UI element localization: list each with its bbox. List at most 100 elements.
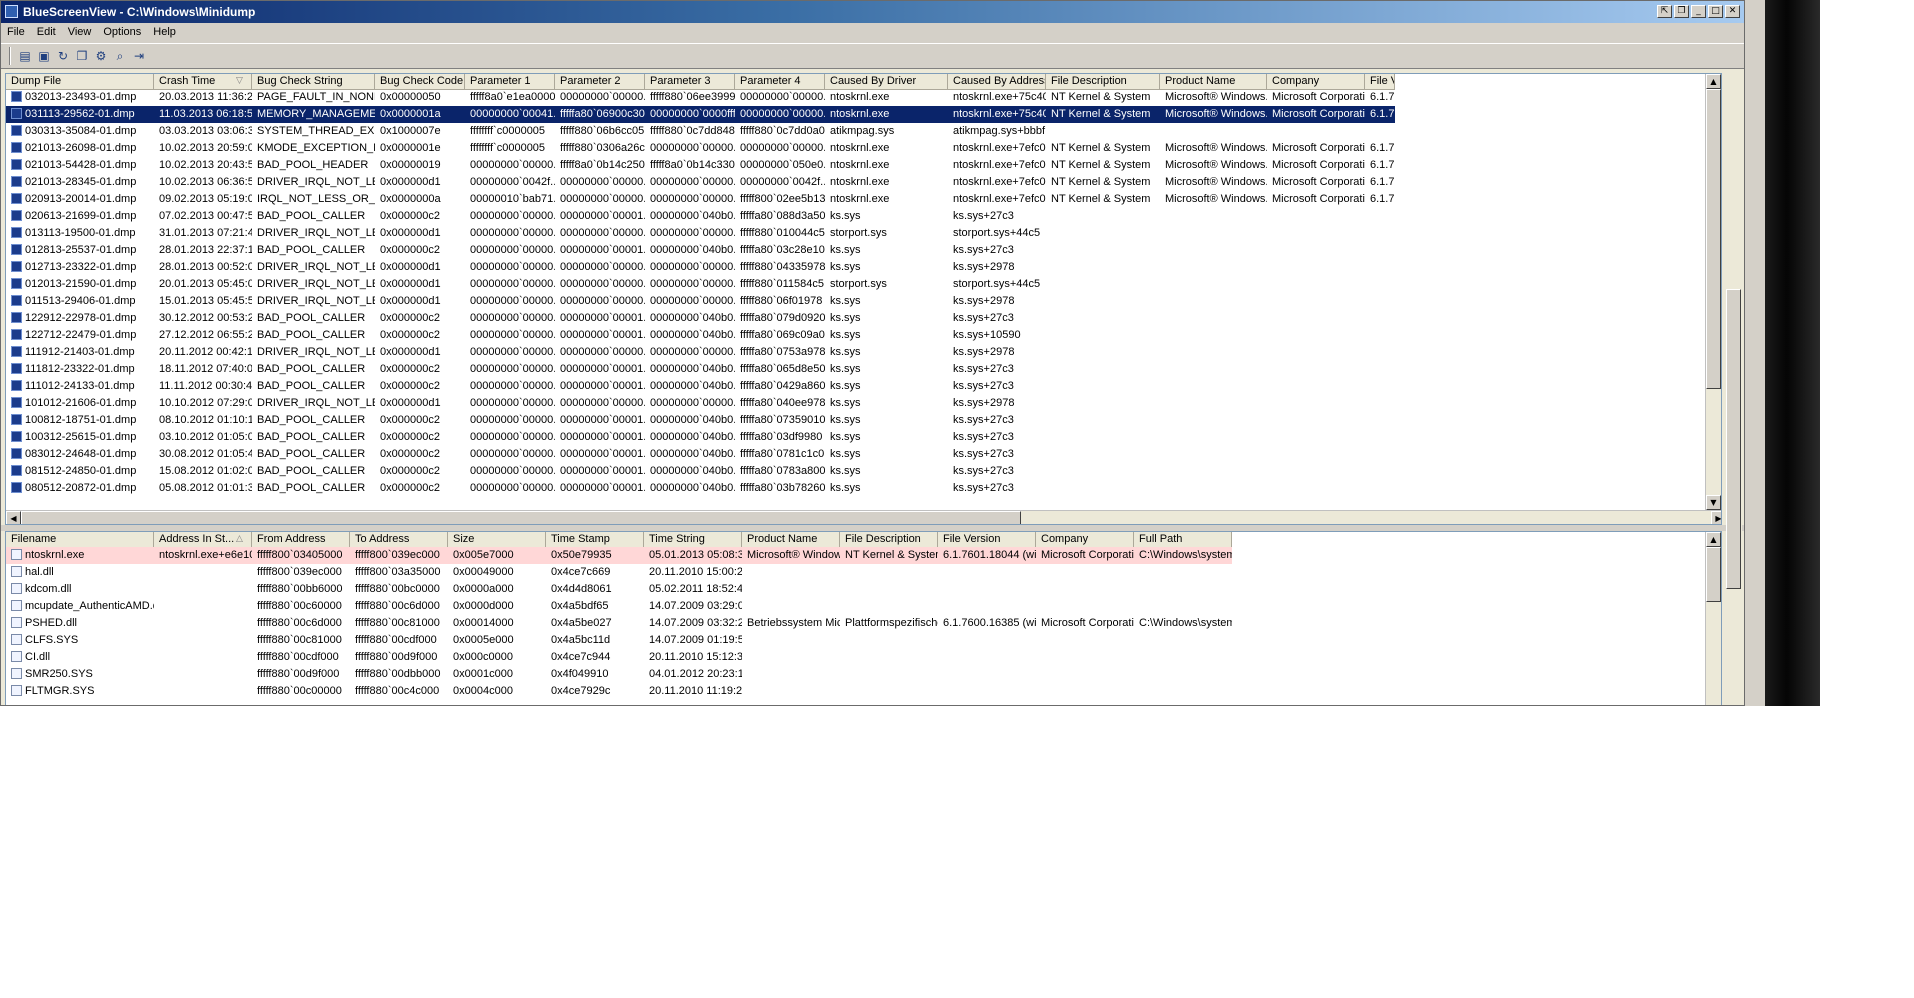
refresh-icon[interactable]: ↻	[55, 48, 71, 64]
column-header-caused-by-address[interactable]: Caused By Address	[948, 74, 1046, 89]
cell-parameter-4: fffffa80`03c28e10	[735, 242, 825, 259]
column-header-bug-check-code[interactable]: Bug Check Code	[375, 74, 465, 89]
column-header-time-stamp[interactable]: Time Stamp	[546, 532, 644, 547]
column-header-file-version[interactable]: File Version	[938, 532, 1036, 547]
scroll-thumb[interactable]	[1706, 89, 1721, 389]
column-header-parameter-2[interactable]: Parameter 2	[555, 74, 645, 89]
window-vertical-scrollbar[interactable]	[1726, 69, 1742, 705]
dump-row[interactable]: 111812-23322-01.dmp 18.11.2012 07:40:04 BA…	[6, 361, 1395, 378]
dump-row[interactable]: 021013-54428-01.dmp 10.02.2013 20:43:58 BA…	[6, 157, 1395, 174]
find-icon[interactable]: ⌕	[112, 48, 128, 64]
dump-row[interactable]: 081512-24850-01.dmp 15.08.2012 01:02:04 BA…	[6, 463, 1395, 480]
exit-icon[interactable]: ⇥	[131, 48, 147, 64]
cell-text: ks.sys	[830, 414, 861, 426]
dump-row[interactable]: 021013-26098-01.dmp 10.02.2013 20:59:01 KM…	[6, 140, 1395, 157]
scroll-down-arrow[interactable]: ▼	[1706, 495, 1721, 510]
cell-company: Microsoft Corporation	[1267, 89, 1365, 106]
cell-text: ntoskrnl.exe	[830, 142, 890, 154]
cell-text: NT Kernel & System	[1051, 142, 1151, 154]
dump-row[interactable]: 030313-35084-01.dmp 03.03.2013 03:06:34 SY…	[6, 123, 1395, 140]
column-header-product-name[interactable]: Product Name	[1160, 74, 1267, 89]
module-row[interactable]: mcupdate_AuthenticAMD.dll fffff880`00c600…	[6, 598, 1232, 615]
module-row[interactable]: PSHED.dll fffff880`00c6d000 fffff880`00c81…	[6, 615, 1232, 632]
column-header-bug-check-string[interactable]: Bug Check String	[252, 74, 375, 89]
window-scroll-thumb[interactable]	[1726, 289, 1741, 589]
module-row[interactable]: kdcom.dll fffff880`00bb6000 fffff880`00bc0…	[6, 581, 1232, 598]
column-header-caused-by-driver[interactable]: Caused By Driver	[825, 74, 948, 89]
column-header-dump-file[interactable]: Dump File	[6, 74, 154, 89]
module-row[interactable]: CLFS.SYS fffff880`00c81000 fffff880`00cdf0…	[6, 632, 1232, 649]
module-row[interactable]: CI.dll fffff880`00cdf000 fffff880`00d9f000…	[6, 649, 1232, 666]
advanced-options-icon[interactable]: ⚙	[93, 48, 109, 64]
dump-horizontal-scrollbar[interactable]: ◀ ▶	[6, 510, 1721, 524]
dump-row[interactable]: 111912-21403-01.dmp 20.11.2012 00:42:17 DR…	[6, 344, 1395, 361]
dump-row[interactable]: 020913-20014-01.dmp 09.02.2013 05:19:02 IR…	[6, 191, 1395, 208]
column-header-parameter-3[interactable]: Parameter 3	[645, 74, 735, 89]
column-header-parameter-1[interactable]: Parameter 1	[465, 74, 555, 89]
dump-row[interactable]: 021013-28345-01.dmp 10.02.2013 06:36:59 DR…	[6, 174, 1395, 191]
module-vertical-scrollbar[interactable]: ▲	[1705, 532, 1721, 705]
dump-row[interactable]: 083012-24648-01.dmp 30.08.2012 01:05:47 BA…	[6, 446, 1395, 463]
scroll-up-arrow[interactable]: ▲	[1706, 532, 1721, 547]
minimize-button[interactable]: _	[1691, 5, 1706, 18]
dump-row[interactable]: 101012-21606-01.dmp 10.10.2012 07:29:07 DR…	[6, 395, 1395, 412]
column-header-product-name[interactable]: Product Name	[742, 532, 840, 547]
column-header-time-string[interactable]: Time String	[644, 532, 742, 547]
module-row[interactable]: ntoskrnl.exe ntoskrnl.exe+e6e10 fffff800`0…	[6, 547, 1232, 564]
dump-row[interactable]: 031113-29562-01.dmp 11.03.2013 06:18:51 ME…	[6, 106, 1395, 123]
column-header-to-address[interactable]: To Address	[350, 532, 448, 547]
dump-row[interactable]: 111012-24133-01.dmp 11.11.2012 00:30:46 BA…	[6, 378, 1395, 395]
column-header-from-address[interactable]: From Address	[252, 532, 350, 547]
maximize-button[interactable]: □	[1708, 5, 1723, 18]
scroll-thumb[interactable]	[1706, 547, 1721, 602]
dump-row[interactable]: 011513-29406-01.dmp 15.01.2013 05:45:56 DR…	[6, 293, 1395, 310]
dump-row[interactable]: 122912-22978-01.dmp 30.12.2012 00:53:29 BA…	[6, 310, 1395, 327]
cell-text: BAD_POOL_CALLER	[257, 380, 366, 392]
cell-caused-by-driver: ks.sys	[825, 344, 948, 361]
column-header-parameter-4[interactable]: Parameter 4	[735, 74, 825, 89]
dump-row[interactable]: 032013-23493-01.dmp 20.03.2013 11:36:27 PA…	[6, 89, 1395, 106]
scroll-right-arrow[interactable]: ▶	[1711, 511, 1721, 524]
cell-bug-check-code: 0x000000c2	[375, 446, 465, 463]
dump-row[interactable]: 100312-25615-01.dmp 03.10.2012 01:05:03 BA…	[6, 429, 1395, 446]
column-header-company[interactable]: Company	[1036, 532, 1134, 547]
dump-vertical-scrollbar[interactable]: ▲ ▼	[1705, 74, 1721, 510]
properties-icon[interactable]: ▤	[17, 48, 33, 64]
cell-text: 00000000`00000...	[560, 278, 645, 290]
menu-view[interactable]: View	[62, 23, 98, 38]
copy-icon[interactable]: ❐	[74, 48, 90, 64]
restore-down-icon[interactable]: ⇱	[1657, 5, 1672, 18]
module-row[interactable]: hal.dll fffff800`039ec000 fffff800`03a3500…	[6, 564, 1232, 581]
dump-row[interactable]: 080512-20872-01.dmp 05.08.2012 01:01:37 BA…	[6, 480, 1395, 497]
save-icon[interactable]: ▣	[36, 48, 52, 64]
column-header-file-ve[interactable]: File Ve	[1365, 74, 1395, 89]
dump-row[interactable]: 100812-18751-01.dmp 08.10.2012 01:10:11 BA…	[6, 412, 1395, 429]
dump-row[interactable]: 012013-21590-01.dmp 20.01.2013 05:45:03 DR…	[6, 276, 1395, 293]
column-header-full-path[interactable]: Full Path	[1134, 532, 1232, 547]
title-bar[interactable]: BlueScreenView - C:\Windows\Minidump ⇱ ❐ _…	[1, 1, 1744, 23]
module-row[interactable]: SMR250.SYS fffff880`00d9f000 fffff880`00db…	[6, 666, 1232, 683]
dump-row[interactable]: 013113-19500-01.dmp 31.01.2013 07:21:45 DR…	[6, 225, 1395, 242]
dump-row[interactable]: 012813-25537-01.dmp 28.01.2013 22:37:10 BA…	[6, 242, 1395, 259]
column-header-company[interactable]: Company	[1267, 74, 1365, 89]
scroll-up-arrow[interactable]: ▲	[1706, 74, 1721, 89]
tile-icon[interactable]: ❐	[1674, 5, 1689, 18]
menu-help[interactable]: Help	[147, 23, 182, 38]
dump-row[interactable]: 012713-23322-01.dmp 28.01.2013 00:52:08 DR…	[6, 259, 1395, 276]
cell-text: 00000000`040b0...	[650, 312, 735, 324]
column-header-file-description[interactable]: File Description	[840, 532, 938, 547]
column-header-filename[interactable]: Filename	[6, 532, 154, 547]
column-header-size[interactable]: Size	[448, 532, 546, 547]
dump-row[interactable]: 020613-21699-01.dmp 07.02.2013 00:47:56 BA…	[6, 208, 1395, 225]
cell-text: Microsoft Corporation	[1041, 617, 1134, 629]
dump-row[interactable]: 122712-22479-01.dmp 27.12.2012 06:55:28 BA…	[6, 327, 1395, 344]
horizontal-scroll-thumb[interactable]	[21, 511, 1021, 524]
close-button[interactable]: ✕	[1725, 5, 1740, 18]
menu-file[interactable]: File	[1, 23, 31, 38]
menu-options[interactable]: Options	[97, 23, 147, 38]
module-row[interactable]: FLTMGR.SYS fffff880`00c00000 fffff880`00c4…	[6, 683, 1232, 700]
menu-edit[interactable]: Edit	[31, 23, 62, 38]
scroll-left-arrow[interactable]: ◀	[6, 511, 21, 524]
column-header-file-description[interactable]: File Description	[1046, 74, 1160, 89]
cell-filename: kdcom.dll	[6, 581, 154, 598]
